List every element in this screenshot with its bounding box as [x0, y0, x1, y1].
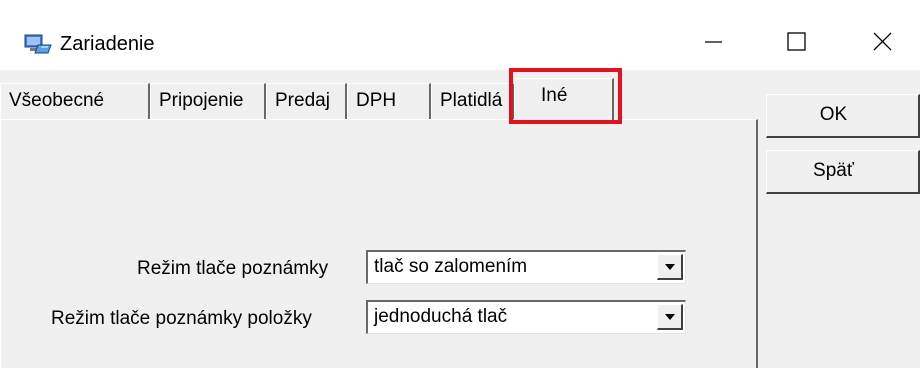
- tab-vseobecne[interactable]: Všeobecné: [0, 83, 150, 119]
- back-button[interactable]: Späť: [766, 150, 920, 194]
- tab-label: Predaj: [275, 90, 330, 111]
- item-note-print-mode-select[interactable]: jednoduchá tlač: [366, 300, 686, 334]
- tab-platidla[interactable]: Platidlá: [431, 83, 515, 119]
- tab-dph[interactable]: DPH: [347, 83, 431, 119]
- item-note-print-mode-label: Režim tlače poznámky položky: [51, 308, 312, 329]
- note-print-mode-select[interactable]: tlač so zalomením: [366, 250, 686, 284]
- window-title: Zariadenie: [60, 33, 155, 55]
- item-note-print-mode-value: jednoduchá tlač: [374, 306, 508, 327]
- settings-window: Zariadenie Všeobecné Pripojenie Predaj D…: [0, 0, 920, 368]
- title-bar: Zariadenie: [0, 0, 920, 70]
- dropdown-arrow-icon[interactable]: [657, 254, 683, 280]
- active-tab-highlight: [509, 68, 622, 124]
- tab-predaj[interactable]: Predaj: [266, 83, 347, 119]
- tab-label: Všeobecné: [9, 90, 105, 111]
- tab-label: Pripojenie: [159, 90, 244, 111]
- tab-label: Platidlá: [440, 90, 503, 111]
- ok-button[interactable]: OK: [766, 94, 920, 138]
- close-button[interactable]: [852, 20, 912, 70]
- maximize-button[interactable]: [765, 20, 825, 70]
- dropdown-arrow-icon[interactable]: [657, 304, 683, 330]
- note-print-mode-value: tlač so zalomením: [374, 256, 528, 277]
- tab-pripojenie[interactable]: Pripojenie: [150, 83, 266, 119]
- computer-network-icon: [24, 33, 52, 55]
- minimize-button[interactable]: [683, 20, 743, 70]
- note-print-mode-label: Režim tlače poznámky: [137, 258, 329, 279]
- tab-label: DPH: [356, 90, 397, 111]
